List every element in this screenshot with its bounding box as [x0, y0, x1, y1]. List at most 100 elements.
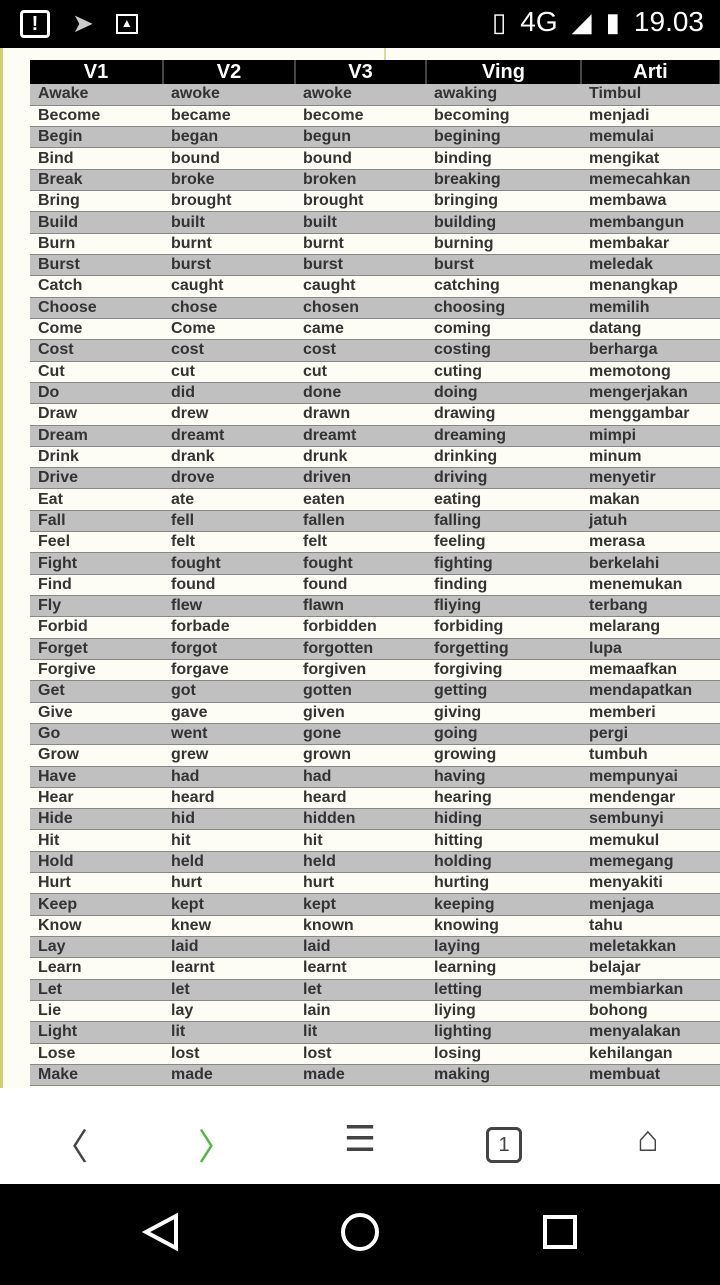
- table-cell: Forget: [30, 638, 163, 660]
- table-cell: growing: [426, 744, 581, 767]
- table-row: Hide hid hidden hiding sembunyi: [30, 808, 720, 831]
- table-cell: forgave: [163, 659, 295, 682]
- table-cell: given: [295, 702, 426, 724]
- table-row: Eat ate eaten eating makan: [30, 488, 720, 511]
- table-cell: menyakiti: [581, 872, 720, 895]
- table-row: Hit hit hit hitting memukul: [30, 829, 720, 852]
- table-cell: eating: [426, 488, 581, 511]
- table-cell: Bind: [30, 147, 163, 170]
- web-page[interactable]: V1 V2 V3 Ving Arti Awake awoke awoke awaking Tim…: [0, 48, 720, 1088]
- table-row: Cost cost cost costing berharga: [30, 339, 720, 362]
- menu-icon[interactable]: ☰: [330, 1118, 390, 1160]
- table-cell: hearing: [426, 787, 581, 810]
- table-cell: tumbuh: [581, 744, 720, 767]
- table-cell: dreamt: [163, 425, 295, 447]
- back-icon[interactable]: 〈: [40, 1118, 100, 1170]
- tabs-icon[interactable]: 1: [474, 1118, 534, 1163]
- table-row: Learn learnt learnt learning belajar: [30, 957, 720, 980]
- table-row: Come Come came coming datang: [30, 318, 720, 341]
- table-row: Forget forgot forgotten forgetting lupa: [30, 638, 720, 660]
- table-cell: lighting: [426, 1021, 581, 1044]
- table-cell: brought: [295, 190, 426, 213]
- table-row: Have had had having mempunyai: [30, 766, 720, 788]
- table-cell: did: [163, 382, 295, 405]
- table-cell: began: [163, 126, 295, 149]
- vibrate-icon: ▯: [491, 6, 507, 37]
- back-triangle-icon[interactable]: [141, 1212, 178, 1252]
- table-cell: kept: [163, 893, 295, 916]
- verb-table: V1 V2 V3 Ving Arti Awake awoke awoke awaking Tim…: [30, 60, 720, 1087]
- table-cell: menjadi: [581, 105, 720, 128]
- table-header: V1 V2 V3 Ving Arti: [30, 60, 720, 84]
- table-cell: meledak: [581, 254, 720, 277]
- table-cell: going: [426, 723, 581, 746]
- table-cell: done: [295, 382, 426, 405]
- table-cell: drove: [163, 467, 295, 490]
- table-row: Draw drew drawn drawing menggambar: [30, 403, 720, 426]
- table-cell: Cut: [30, 361, 163, 383]
- table-row: Drive drove driven driving menyetir: [30, 467, 720, 490]
- table-cell: drank: [163, 446, 295, 469]
- table-cell: Draw: [30, 403, 163, 426]
- table-row: Find found found finding menemukan: [30, 574, 720, 597]
- table-cell: lit: [163, 1021, 295, 1044]
- table-cell: Eat: [30, 488, 163, 511]
- table-cell: learning: [426, 957, 581, 980]
- table-cell: datang: [581, 318, 720, 341]
- table-row: Fight fought fought fighting berkelahi: [30, 552, 720, 575]
- table-row: Awake awoke awoke awaking Timbul: [30, 84, 720, 106]
- table-cell: Cost: [30, 339, 163, 362]
- table-cell: liying: [426, 1000, 581, 1023]
- table-cell: drew: [163, 403, 295, 426]
- table-cell: mengikat: [581, 147, 720, 170]
- table-cell: lain: [295, 1000, 426, 1023]
- table-cell: forbade: [163, 616, 295, 639]
- table-cell: Awake: [30, 84, 163, 106]
- table-cell: felt: [295, 531, 426, 554]
- table-cell: Hide: [30, 808, 163, 831]
- table-cell: makan: [581, 488, 720, 511]
- alert-icon: !: [20, 9, 50, 38]
- table-cell: held: [295, 851, 426, 874]
- table-cell: Burn: [30, 233, 163, 256]
- recents-square-icon[interactable]: [543, 1215, 577, 1249]
- table-cell: found: [163, 574, 295, 597]
- status-bar: ! ➤ ▲ ▯ 4G ◢ ▮ 19.03: [0, 0, 720, 48]
- table-cell: forgot: [163, 638, 295, 660]
- table-cell: meletakkan: [581, 936, 720, 959]
- clock: 19.03: [633, 6, 704, 37]
- forward-icon[interactable]: 〉: [186, 1118, 246, 1170]
- table-row: Fall fell fallen falling jatuh: [30, 510, 720, 533]
- table-cell: menyalakan: [581, 1021, 720, 1044]
- table-cell: Forgive: [30, 659, 163, 682]
- table-cell: Lose: [30, 1043, 163, 1065]
- table-cell: mempunyai: [581, 766, 720, 788]
- table-cell: became: [163, 105, 295, 128]
- table-cell: found: [295, 574, 426, 597]
- table-cell: menemukan: [581, 574, 720, 597]
- table-cell: keeping: [426, 893, 581, 916]
- table-cell: drawing: [426, 403, 581, 426]
- table-row: Get got gotten getting mendapatkan: [30, 680, 720, 703]
- table-cell: fliying: [426, 595, 581, 618]
- table-row: Hold held held holding memegang: [30, 851, 720, 874]
- table-cell: getting: [426, 680, 581, 703]
- table-row: Bind bound bound binding mengikat: [30, 147, 720, 170]
- table-cell: Hit: [30, 829, 163, 852]
- home-circle-icon[interactable]: [341, 1213, 379, 1251]
- table-cell: feeling: [426, 531, 581, 554]
- table-cell: learnt: [163, 957, 295, 980]
- table-cell: made: [295, 1064, 426, 1087]
- table-cell: Have: [30, 766, 163, 788]
- table-cell: losing: [426, 1043, 581, 1065]
- table-row: Drink drank drunk drinking minum: [30, 446, 720, 469]
- image-icon: ▲: [115, 13, 138, 34]
- table-cell: dreamt: [295, 425, 426, 447]
- table-cell: sembunyi: [581, 808, 720, 831]
- table-cell: held: [163, 851, 295, 874]
- table-cell: Hurt: [30, 872, 163, 895]
- table-row: Forbid forbade forbidden forbiding melarang: [30, 616, 720, 639]
- home-icon[interactable]: ⌂: [618, 1118, 678, 1160]
- table-row: Break broke broken breaking memecahkan: [30, 169, 720, 192]
- table-cell: driving: [426, 467, 581, 490]
